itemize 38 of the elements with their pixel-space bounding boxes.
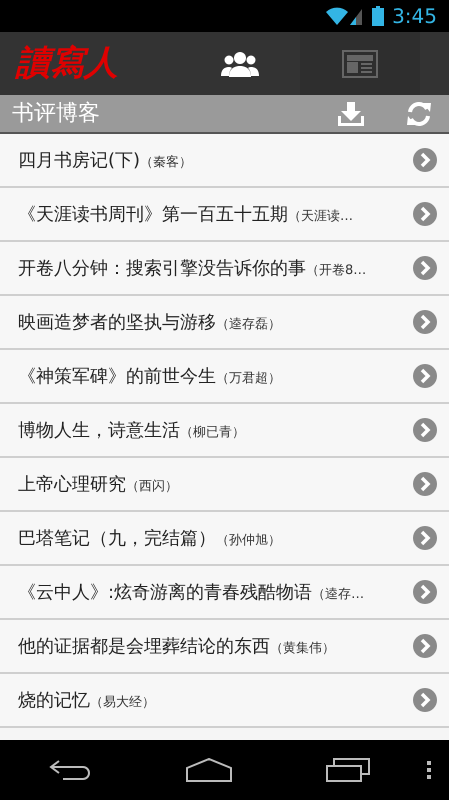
back-icon [48, 759, 90, 781]
chevron-icon [413, 148, 437, 172]
article-title: 《天涯读书周刊》第一百五十五期（天涯读… [18, 202, 354, 226]
newspaper-icon [342, 50, 378, 78]
article-title: 《云中人》:炫奇游离的青春残酷物语（逵存… [18, 580, 366, 604]
home-button[interactable] [186, 758, 232, 782]
wifi-signal-icon [326, 6, 364, 26]
home-icon [186, 758, 232, 782]
article-title: 烧的记忆（易大经） [18, 688, 156, 712]
chevron-icon [413, 472, 437, 496]
article-title: 巴塔笔记（九，完结篇）（孙仲旭） [18, 526, 282, 550]
clock: 3:45 [392, 3, 437, 30]
chevron-icon [413, 364, 437, 388]
article-title: 《神策军碑》的前世今生（万君超） [18, 364, 282, 388]
article-title: 上帝心理研究（西闪） [18, 472, 179, 496]
article-title: 他的证据都是会埋葬结论的东西（黄集伟） [18, 634, 336, 658]
article-title: 博物人生，诗意生活（柳已青） [18, 418, 246, 442]
article-title: 开卷八分钟：搜索引擎没告诉你的事（开卷8… [18, 256, 368, 280]
chevron-icon [413, 310, 437, 334]
chevron-icon [413, 634, 437, 658]
battery-icon [372, 6, 384, 26]
refresh-icon [406, 100, 432, 126]
download-icon [338, 102, 364, 126]
article-title: 映画造梦者的坚执与游移（逵存磊） [18, 310, 282, 334]
chevron-icon [413, 418, 437, 442]
back-button[interactable] [48, 759, 90, 781]
article-title: 四月书房记(下)（秦客） [18, 148, 194, 172]
overflow-menu-icon [427, 761, 431, 779]
people-icon [221, 50, 259, 78]
chevron-icon [413, 688, 437, 712]
chevron-icon [413, 256, 437, 280]
chevron-icon [413, 526, 437, 550]
chevron-icon [413, 580, 437, 604]
recent-apps-icon [326, 758, 370, 782]
recent-apps-button[interactable] [326, 758, 370, 782]
section-title: 书评博客 [12, 100, 101, 128]
app-logo: 讀寫人 [16, 43, 118, 83]
chevron-icon [413, 202, 437, 226]
